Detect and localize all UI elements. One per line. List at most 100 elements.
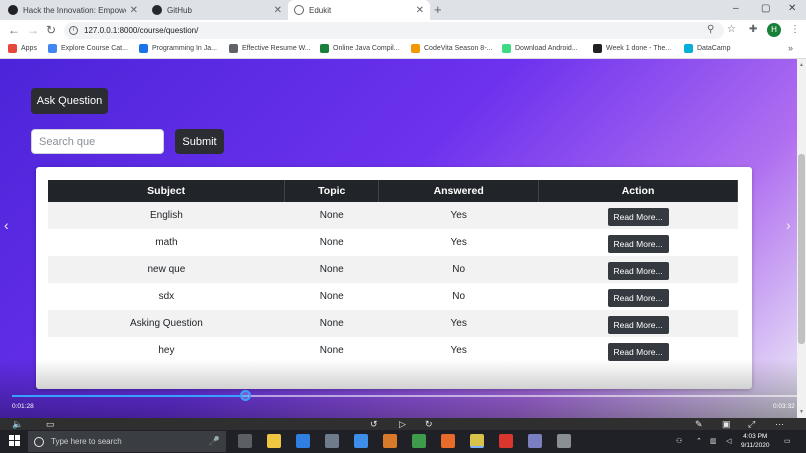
- close-tab-icon[interactable]: ✕: [130, 5, 138, 16]
- windows-start-icon[interactable]: [9, 435, 20, 446]
- tray-chevron-icon[interactable]: ⌃: [696, 437, 702, 445]
- people-icon[interactable]: ⚇: [676, 437, 682, 445]
- firefox-taskbar-icon[interactable]: [441, 434, 455, 448]
- app-stripe-taskbar-icon[interactable]: [528, 434, 542, 448]
- bookmark-codevita[interactable]: CodeVita Season 8-...: [411, 44, 492, 53]
- column-header-topic: Topic: [284, 180, 380, 202]
- extensions-puzzle-icon[interactable]: ✚: [749, 24, 757, 35]
- scroll-up-icon[interactable]: ▲: [799, 62, 804, 68]
- previous-chevron-icon[interactable]: ‹: [4, 217, 9, 233]
- store-taskbar-icon[interactable]: [325, 434, 339, 448]
- tab-edukit[interactable]: Edukit ✕: [288, 0, 430, 20]
- minimize-button[interactable]: –: [733, 3, 739, 14]
- captions-icon[interactable]: ▭: [46, 419, 55, 430]
- maximize-button[interactable]: ▢: [761, 3, 770, 14]
- zoom-icon[interactable]: ⚲: [707, 24, 714, 35]
- mail-taskbar-icon[interactable]: [354, 434, 368, 448]
- search-input[interactable]: [31, 129, 164, 154]
- close-window-button[interactable]: ✕: [788, 3, 796, 14]
- task-view-taskbar-icon[interactable]: [238, 434, 252, 448]
- more-options-icon[interactable]: ⋯: [775, 419, 784, 430]
- bookmark-java-compiler[interactable]: Online Java Compil...: [320, 44, 400, 53]
- page-scrollbar[interactable]: ▲ ▼: [797, 59, 806, 418]
- microphone-icon[interactable]: 🎤: [209, 436, 220, 447]
- edit-pencil-icon[interactable]: ✎: [695, 419, 703, 430]
- bookmark-explore-course[interactable]: Explore Course Cat...: [48, 44, 128, 53]
- bookmark-apps[interactable]: Apps: [8, 44, 37, 53]
- rewind-icon[interactable]: ↺: [370, 419, 378, 430]
- volume-icon[interactable]: 🔈: [12, 419, 23, 430]
- code-icon: [320, 44, 329, 53]
- browser-tab-strip: Hack the Innovation: Empowerin ✕ GitHub …: [0, 0, 806, 20]
- video-seek-handle[interactable]: [240, 390, 251, 401]
- column-header-answered: Answered: [378, 180, 540, 202]
- taskbar-search-box[interactable]: Type here to search 🎤: [28, 431, 226, 452]
- new-tab-button[interactable]: +: [434, 2, 442, 17]
- miniplayer-icon[interactable]: ▣: [722, 419, 731, 430]
- tab-title: Edukit: [309, 5, 332, 15]
- forward-arrow-icon[interactable]: →: [27, 23, 39, 37]
- speaker-icon[interactable]: ◁: [726, 437, 731, 445]
- info-icon[interactable]: i: [69, 26, 78, 35]
- taskbar-search-placeholder: Type here to search: [51, 437, 122, 446]
- close-tab-icon[interactable]: ✕: [416, 5, 424, 16]
- taskbar-clock[interactable]: 4:03 PM 9/11/2020: [741, 432, 769, 450]
- profile-avatar[interactable]: H: [767, 23, 781, 37]
- video-progress-bar[interactable]: [12, 395, 797, 397]
- app-circle-taskbar-icon[interactable]: [557, 434, 571, 448]
- tab-github[interactable]: GitHub ✕: [146, 0, 288, 20]
- table-header-row: Subject Topic Answered Action: [48, 180, 738, 202]
- app-green-taskbar-icon[interactable]: [412, 434, 426, 448]
- close-tab-icon[interactable]: ✕: [274, 5, 282, 16]
- read-more-button[interactable]: Read More...: [607, 207, 669, 226]
- ask-question-button[interactable]: Ask Question: [31, 88, 108, 114]
- play-icon[interactable]: ▷: [399, 419, 406, 430]
- fullscreen-icon[interactable]: ⤢: [748, 419, 755, 430]
- action-cell: Read More...: [538, 256, 738, 283]
- fast-forward-icon[interactable]: ↻: [425, 419, 433, 430]
- network-icon[interactable]: ▥: [710, 437, 717, 445]
- clock-time: 4:03 PM: [743, 433, 768, 440]
- bookmark-android[interactable]: Download Android...: [502, 44, 578, 53]
- notifications-icon[interactable]: ▭: [784, 437, 791, 445]
- bookmark-programming-java[interactable]: Programming In Ja...: [139, 44, 217, 53]
- read-more-button[interactable]: Read More...: [607, 261, 669, 280]
- answered-cell: Yes: [378, 310, 539, 337]
- scroll-down-icon[interactable]: ▼: [799, 409, 804, 415]
- acrobat-taskbar-icon[interactable]: [499, 434, 513, 448]
- cortana-icon: [34, 436, 44, 447]
- address-bar[interactable]: i 127.0.0.1:8000/course/question/: [64, 22, 724, 39]
- topic-cell: None: [284, 229, 379, 256]
- app-orange-taskbar-icon[interactable]: [383, 434, 397, 448]
- submit-button[interactable]: Submit: [175, 129, 224, 154]
- chrome-menu-icon[interactable]: ⋮: [790, 24, 800, 35]
- more-bookmarks-icon[interactable]: »: [788, 43, 793, 53]
- answered-cell: Yes: [378, 202, 539, 229]
- tab-title: Hack the Innovation: Empowerin: [23, 5, 126, 15]
- scrollbar-thumb[interactable]: [798, 154, 805, 344]
- read-more-button[interactable]: Read More...: [607, 234, 669, 253]
- bookmark-datacamp[interactable]: DataCamp: [684, 44, 730, 53]
- answered-cell: No: [378, 256, 539, 283]
- reload-icon[interactable]: ↻: [46, 23, 56, 37]
- edge-taskbar-icon[interactable]: [296, 434, 310, 448]
- back-arrow-icon[interactable]: ←: [8, 23, 20, 37]
- bookmark-star-icon[interactable]: ☆: [727, 24, 736, 35]
- tab-hack-the-innovation[interactable]: Hack the Innovation: Empowerin ✕: [2, 0, 144, 20]
- clock-date: 9/11/2020: [741, 442, 770, 449]
- bookmark-resume[interactable]: Effective Resume W...: [229, 44, 311, 53]
- column-header-action: Action: [538, 180, 738, 202]
- bookmark-week1[interactable]: Week 1 done - The...: [593, 44, 671, 53]
- subject-cell: sdx: [48, 283, 285, 310]
- action-cell: Read More...: [538, 283, 738, 310]
- topic-cell: None: [284, 310, 379, 337]
- github-icon: [152, 5, 162, 15]
- table-row: Asking Question None Yes Read More...: [48, 310, 738, 337]
- read-more-button[interactable]: Read More...: [607, 315, 669, 334]
- next-chevron-icon[interactable]: ›: [786, 217, 791, 233]
- chrome-taskbar-icon[interactable]: [470, 434, 484, 448]
- read-more-button[interactable]: Read More...: [607, 288, 669, 307]
- file-explorer-taskbar-icon[interactable]: [267, 434, 281, 448]
- url-text: 127.0.0.1:8000/course/question/: [84, 26, 199, 35]
- read-more-button[interactable]: Read More...: [607, 342, 669, 361]
